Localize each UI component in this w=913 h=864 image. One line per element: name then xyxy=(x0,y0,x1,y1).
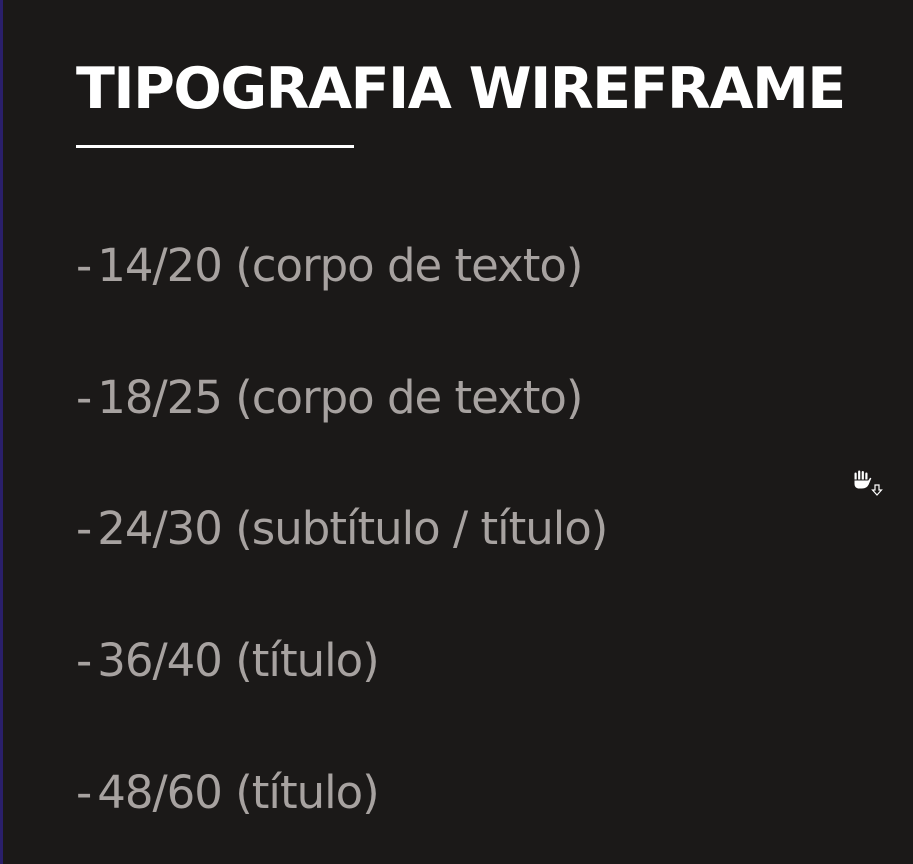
list-item-text: 24/30 (subtítulo / título) xyxy=(97,502,608,555)
grab-hand-cursor-icon xyxy=(850,468,890,502)
list-bullet-dash: - xyxy=(76,502,92,555)
list-item-text: 36/40 (título) xyxy=(97,634,379,687)
list-bullet-dash: - xyxy=(76,766,92,819)
list-item-text: 18/25 (corpo de texto) xyxy=(97,371,583,424)
title-underline xyxy=(76,145,354,148)
list-item: -48/60 (título) xyxy=(76,765,380,821)
list-item: -24/30 (subtítulo / título) xyxy=(76,501,608,557)
list-bullet-dash: - xyxy=(76,239,92,292)
list-item: -14/20 (corpo de texto) xyxy=(76,238,583,294)
list-item: -18/25 (corpo de texto) xyxy=(76,370,583,426)
window-left-edge xyxy=(0,0,3,864)
slide-canvas: TIPOGRAFIA WIREFRAME -14/20 (corpo de te… xyxy=(0,0,913,864)
list-item: -36/40 (título) xyxy=(76,633,380,689)
list-bullet-dash: - xyxy=(76,634,92,687)
slide-title: TIPOGRAFIA WIREFRAME xyxy=(76,56,846,122)
list-bullet-dash: - xyxy=(76,371,92,424)
list-item-text: 14/20 (corpo de texto) xyxy=(97,239,583,292)
list-item-text: 48/60 (título) xyxy=(97,766,379,819)
